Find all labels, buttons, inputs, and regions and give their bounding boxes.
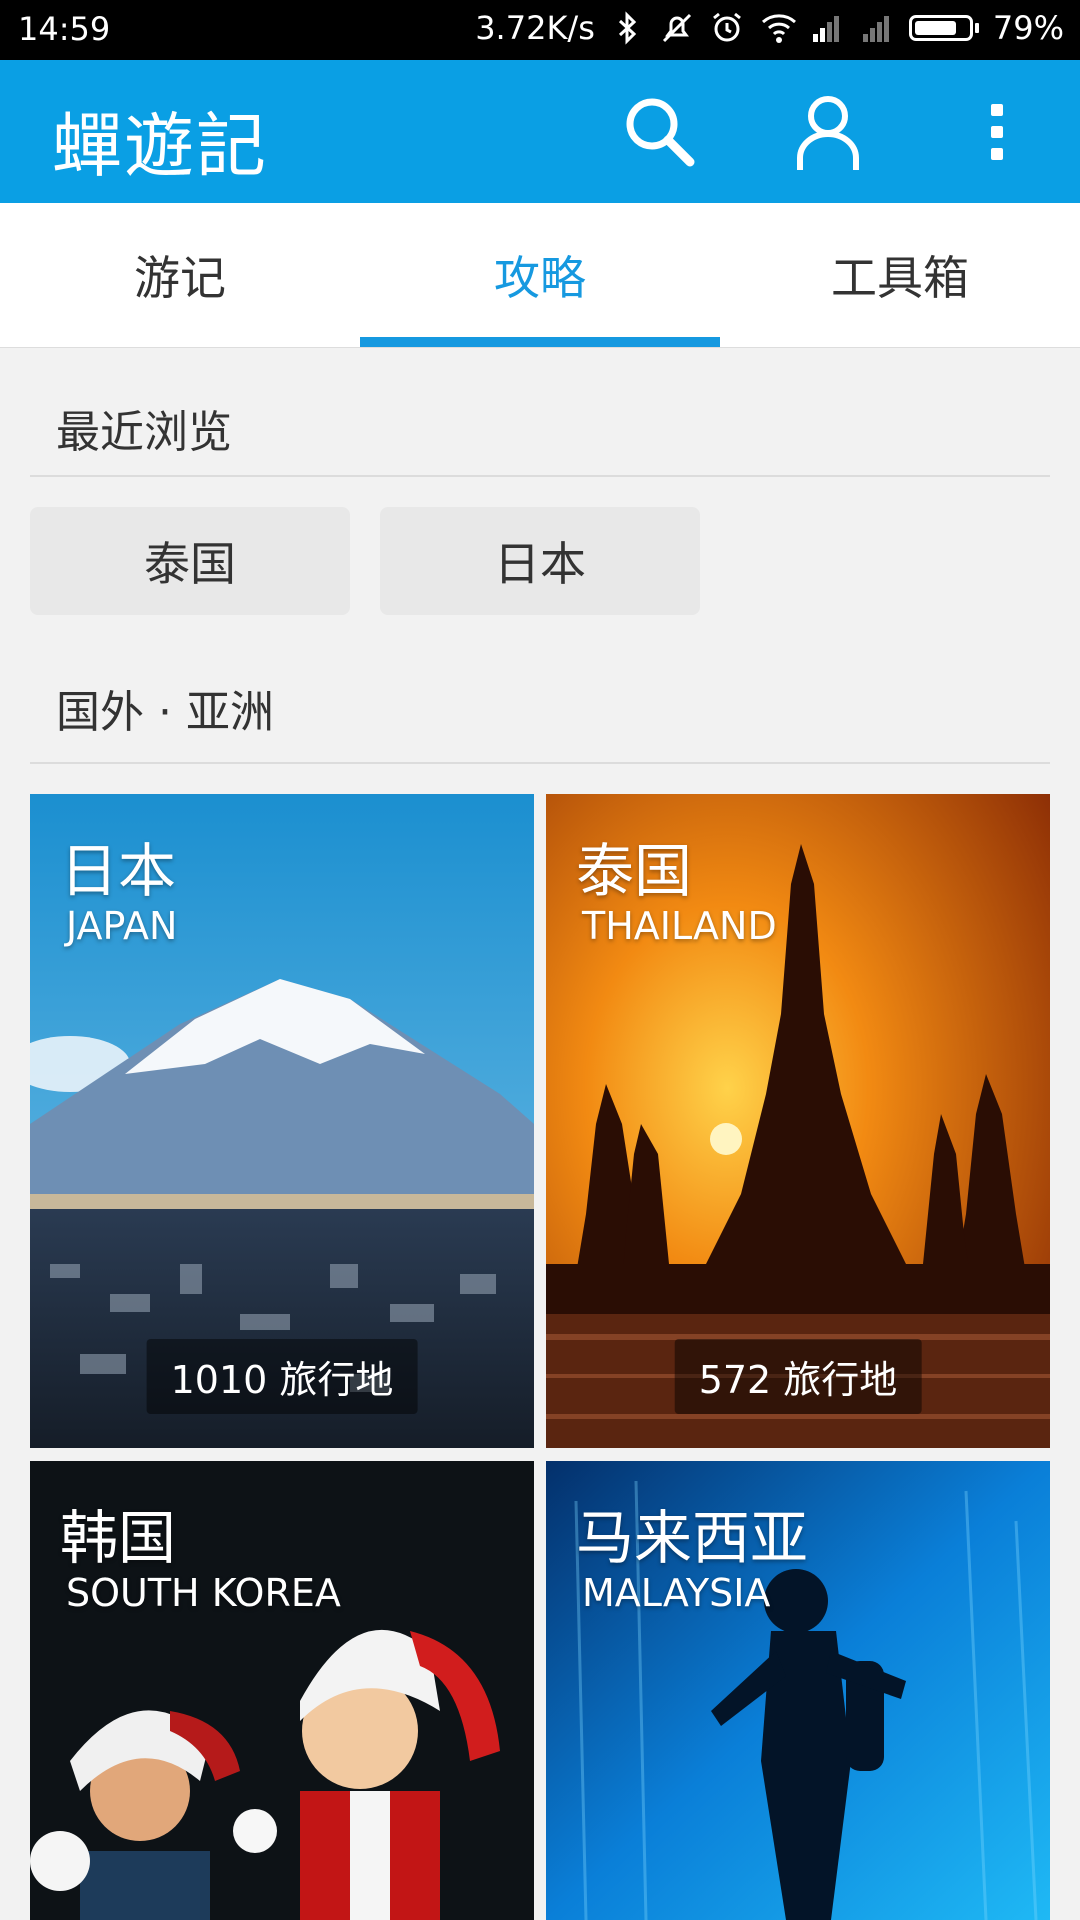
- divider: [30, 475, 1050, 477]
- card-title-en: JAPAN: [66, 904, 178, 948]
- card-title-en: THAILAND: [582, 904, 777, 948]
- bluetooth-icon: [609, 10, 645, 46]
- destination-card-south-korea[interactable]: 韩国 SOUTH KOREA: [30, 1461, 534, 1920]
- tab-travelogue[interactable]: 游记: [0, 203, 360, 347]
- app-title: 蟬遊記: [52, 105, 268, 187]
- card-title-en: MALAYSIA: [582, 1571, 771, 1615]
- tab-guides[interactable]: 攻略: [360, 203, 720, 347]
- card-title-cn: 马来西亚: [576, 1504, 809, 1572]
- recent-chip[interactable]: 泰国: [30, 507, 350, 615]
- destination-count: 1010 旅行地: [146, 1339, 418, 1414]
- search-icon[interactable]: [618, 90, 702, 174]
- card-title-cn: 韩国: [60, 1504, 177, 1572]
- destination-count: 572 旅行地: [674, 1339, 922, 1414]
- network-speed: 3.72K/s: [475, 9, 595, 47]
- recent-chip[interactable]: 日本: [380, 507, 700, 615]
- card-title-cn: 泰国: [576, 837, 693, 905]
- divider: [30, 762, 1050, 764]
- recent-section-title: 最近浏览: [56, 407, 232, 458]
- alarm-icon: [709, 10, 745, 46]
- card-title-en: SOUTH KOREA: [66, 1571, 341, 1615]
- wifi-icon: [759, 10, 796, 46]
- app-bar: 蟬遊記: [0, 60, 1080, 203]
- battery-icon: [908, 15, 979, 41]
- signal-icon: [809, 10, 845, 46]
- destination-card-japan[interactable]: 日本 JAPAN 1010 旅行地: [30, 794, 534, 1448]
- signal-icon: [859, 10, 895, 46]
- tab-indicator: [360, 337, 720, 347]
- destination-card-malaysia[interactable]: 马来西亚 MALAYSIA: [546, 1461, 1050, 1920]
- asia-section-title: 国外 · 亚洲: [56, 687, 274, 738]
- status-bar: 14:59 3.72K/s 79%: [0, 0, 1080, 60]
- more-vert-icon[interactable]: [955, 90, 1039, 174]
- tab-bar: 游记 攻略 工具箱: [0, 203, 1080, 348]
- status-time: 14:59: [18, 10, 111, 48]
- card-title-cn: 日本: [60, 837, 177, 905]
- mute-icon: [659, 10, 695, 46]
- tab-toolbox[interactable]: 工具箱: [720, 203, 1080, 347]
- battery-percent: 79%: [992, 9, 1064, 47]
- user-icon[interactable]: [786, 90, 870, 174]
- status-icons: 3.72K/s 79%: [475, 9, 1064, 47]
- destination-card-thailand[interactable]: 泰国 THAILAND 572 旅行地: [546, 794, 1050, 1448]
